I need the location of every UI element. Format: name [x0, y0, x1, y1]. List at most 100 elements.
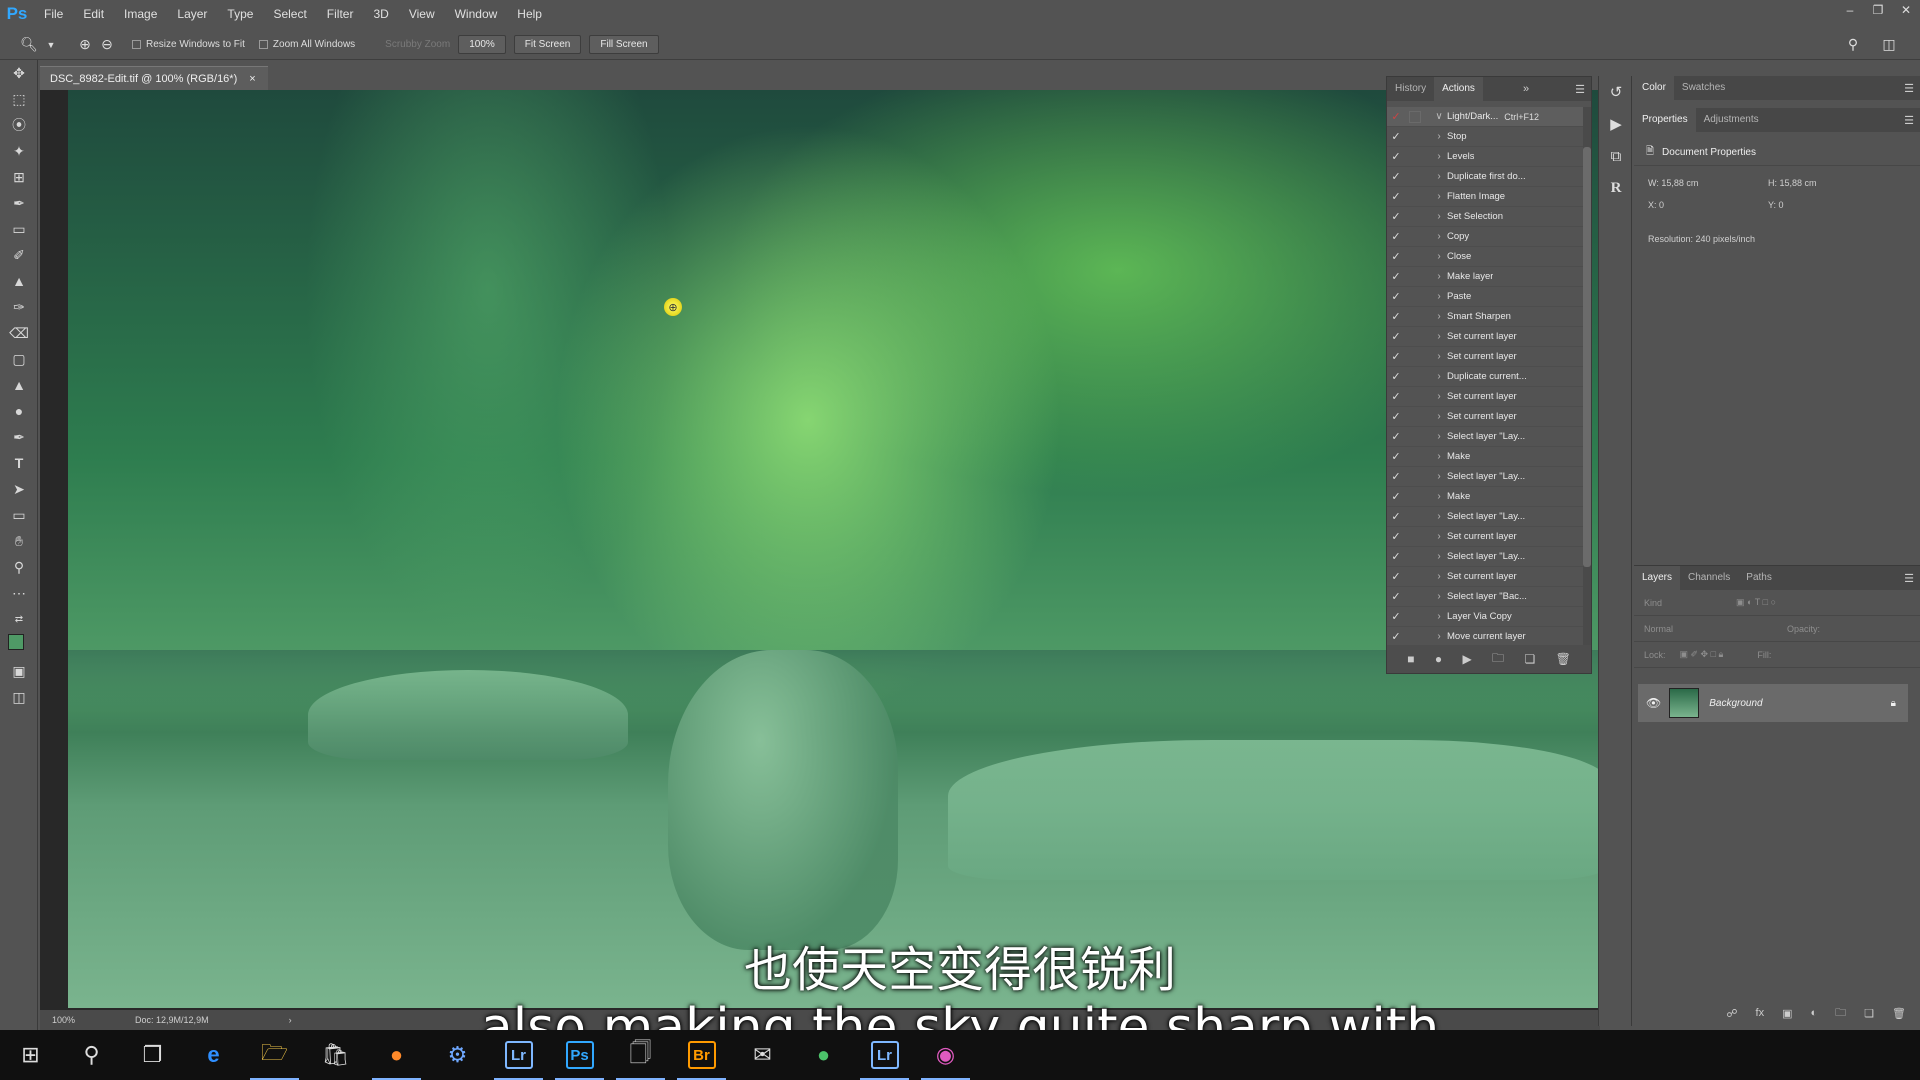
tab-color[interactable]: Color — [1634, 76, 1674, 100]
chevron-right-icon[interactable]: › — [1431, 231, 1447, 242]
zoom-tool-icon[interactable]: 🔍︎ — [18, 34, 40, 56]
crop-tool-icon[interactable]: ⊞ — [0, 164, 38, 190]
height-value[interactable]: H: 15,88 cm — [1768, 178, 1888, 188]
chevron-right-icon[interactable]: › — [1431, 431, 1447, 442]
zoom-value-field[interactable]: 100% — [458, 35, 506, 54]
check-icon[interactable]: ✓ — [1387, 590, 1405, 603]
search-icon[interactable]: ⚲ — [1842, 34, 1864, 56]
settings-app-button[interactable]: ⚙ — [427, 1030, 488, 1080]
explorer-button[interactable]: 🗁︎ — [244, 1030, 305, 1080]
action-row[interactable]: ✓ › Select layer "Lay... — [1387, 427, 1583, 447]
action-row[interactable]: ✓ › Set current layer — [1387, 527, 1583, 547]
dialog-toggle-icon[interactable] — [1409, 151, 1421, 163]
action-row[interactable]: ✓ › Levels — [1387, 147, 1583, 167]
x-value[interactable]: X: 0 — [1648, 200, 1768, 210]
chevron-down-icon[interactable]: ▼ — [40, 34, 62, 56]
chevron-right-icon[interactable]: › — [1431, 611, 1447, 622]
tab-swatches[interactable]: Swatches — [1674, 76, 1733, 100]
action-row[interactable]: ✓ › Duplicate first do... — [1387, 167, 1583, 187]
move-tool-icon[interactable]: ✥ — [0, 60, 38, 86]
tab-history[interactable]: History — [1387, 77, 1434, 101]
firefox-button[interactable]: ● — [366, 1030, 427, 1080]
dialog-toggle-icon[interactable] — [1409, 371, 1421, 383]
action-row[interactable]: ✓ › Duplicate current... — [1387, 367, 1583, 387]
resize-windows-checkbox[interactable]: Resize Windows to Fit — [132, 39, 245, 50]
action-row[interactable]: ✓ › Select layer "Lay... — [1387, 547, 1583, 567]
foreground-background-color[interactable] — [0, 632, 38, 658]
dialog-toggle-icon[interactable] — [1409, 551, 1421, 563]
action-row[interactable]: ✓ › Paste — [1387, 287, 1583, 307]
dialog-toggle-icon[interactable] — [1409, 511, 1421, 523]
chevron-right-icon[interactable]: › — [1431, 151, 1447, 162]
dialog-toggle-icon[interactable] — [1409, 391, 1421, 403]
screen-mode-icon[interactable]: ◫ — [0, 684, 38, 710]
action-row[interactable]: ✓ › Set Selection — [1387, 207, 1583, 227]
menu-image[interactable]: Image — [114, 0, 167, 28]
dialog-toggle-icon[interactable] — [1409, 271, 1421, 283]
chevron-right-icon[interactable]: › — [1431, 631, 1447, 642]
brush-tool-icon[interactable]: ✐ — [0, 242, 38, 268]
action-row[interactable]: ✓ › Select layer "Lay... — [1387, 467, 1583, 487]
swap-colors-icon[interactable]: ⇄ — [0, 606, 38, 632]
tab-layers[interactable]: Layers — [1634, 566, 1681, 590]
menu-filter[interactable]: Filter — [317, 0, 364, 28]
chevron-right-icon[interactable]: › — [1431, 571, 1447, 582]
new-action-icon[interactable]: ❏ — [1524, 652, 1535, 666]
dialog-toggle-icon[interactable] — [1409, 431, 1421, 443]
action-row[interactable]: ✓ › Set current layer — [1387, 327, 1583, 347]
dialog-toggle-icon[interactable] — [1409, 171, 1421, 183]
dialog-toggle-icon[interactable] — [1409, 631, 1421, 643]
path-selection-icon[interactable]: ➤ — [0, 476, 38, 502]
eye-icon[interactable]: 👁︎ — [1646, 696, 1661, 710]
dialog-toggle-icon[interactable] — [1409, 110, 1421, 123]
menu-type[interactable]: Type — [217, 0, 263, 28]
chevron-right-icon[interactable]: › — [1431, 271, 1447, 282]
chevron-right-icon[interactable]: › — [1431, 191, 1447, 202]
fit-screen-button[interactable]: Fit Screen — [513, 35, 582, 54]
search-taskbar-button[interactable]: ⚲ — [61, 1030, 122, 1080]
scrollbar-thumb[interactable] — [1583, 147, 1591, 567]
pen-tool-icon[interactable]: ✒ — [0, 424, 38, 450]
action-row[interactable]: ✓ › Flatten Image — [1387, 187, 1583, 207]
photoshop-button[interactable]: Ps — [549, 1030, 610, 1080]
check-icon[interactable]: ✓ — [1387, 610, 1405, 623]
panel-menu-icon[interactable]: ☰ — [1904, 82, 1920, 95]
action-row[interactable]: ✓ › Set current layer — [1387, 407, 1583, 427]
action-row[interactable]: ✓ › Make — [1387, 447, 1583, 467]
tab-adjustments[interactable]: Adjustments — [1696, 108, 1767, 132]
dialog-toggle-icon[interactable] — [1409, 531, 1421, 543]
chevron-right-icon[interactable]: › — [1431, 591, 1447, 602]
blur-tool-icon[interactable]: ▲ — [0, 372, 38, 398]
history-panel-icon[interactable]: ↺ — [1599, 76, 1633, 108]
zoom-out-icon[interactable]: ⊖ — [96, 34, 118, 56]
chevron-right-icon[interactable]: › — [1431, 511, 1447, 522]
check-icon[interactable]: ✓ — [1387, 250, 1405, 263]
stop-icon[interactable]: ■ — [1407, 652, 1414, 666]
action-row[interactable]: ✓ › Copy — [1387, 227, 1583, 247]
type-tool-icon[interactable]: T — [0, 450, 38, 476]
y-value[interactable]: Y: 0 — [1768, 200, 1888, 210]
menu-layer[interactable]: Layer — [167, 0, 217, 28]
dialog-toggle-icon[interactable] — [1409, 491, 1421, 503]
trash-icon[interactable]: 🗑︎ — [1556, 652, 1571, 666]
action-row[interactable]: ✓ › Stop — [1387, 127, 1583, 147]
eraser-icon[interactable]: ⌫ — [0, 320, 38, 346]
action-row[interactable]: ✓ › Layer Via Copy — [1387, 607, 1583, 627]
action-row[interactable]: ✓ › Make layer — [1387, 267, 1583, 287]
menu-help[interactable]: Help — [507, 0, 552, 28]
restore-button[interactable]: ❐ — [1864, 0, 1892, 20]
dialog-toggle-icon[interactable] — [1409, 131, 1421, 143]
dialog-toggle-icon[interactable] — [1409, 591, 1421, 603]
dialog-toggle-icon[interactable] — [1409, 571, 1421, 583]
check-icon[interactable]: ✓ — [1387, 150, 1405, 163]
chevron-right-icon[interactable]: › — [1431, 251, 1447, 262]
chevron-right-icon[interactable]: › — [1431, 551, 1447, 562]
task-view-button[interactable]: ❐ — [122, 1030, 183, 1080]
action-row[interactable]: ✓ › Smart Sharpen — [1387, 307, 1583, 327]
action-row[interactable]: ✓ › Select layer "Bac... — [1387, 587, 1583, 607]
eyedropper-icon[interactable]: ✒ — [0, 190, 38, 216]
check-icon[interactable]: ✓ — [1387, 390, 1405, 403]
zoom-in-icon[interactable]: ⊕ — [74, 34, 96, 56]
dialog-toggle-icon[interactable] — [1409, 471, 1421, 483]
play-icon[interactable]: ▶ — [1462, 652, 1471, 666]
